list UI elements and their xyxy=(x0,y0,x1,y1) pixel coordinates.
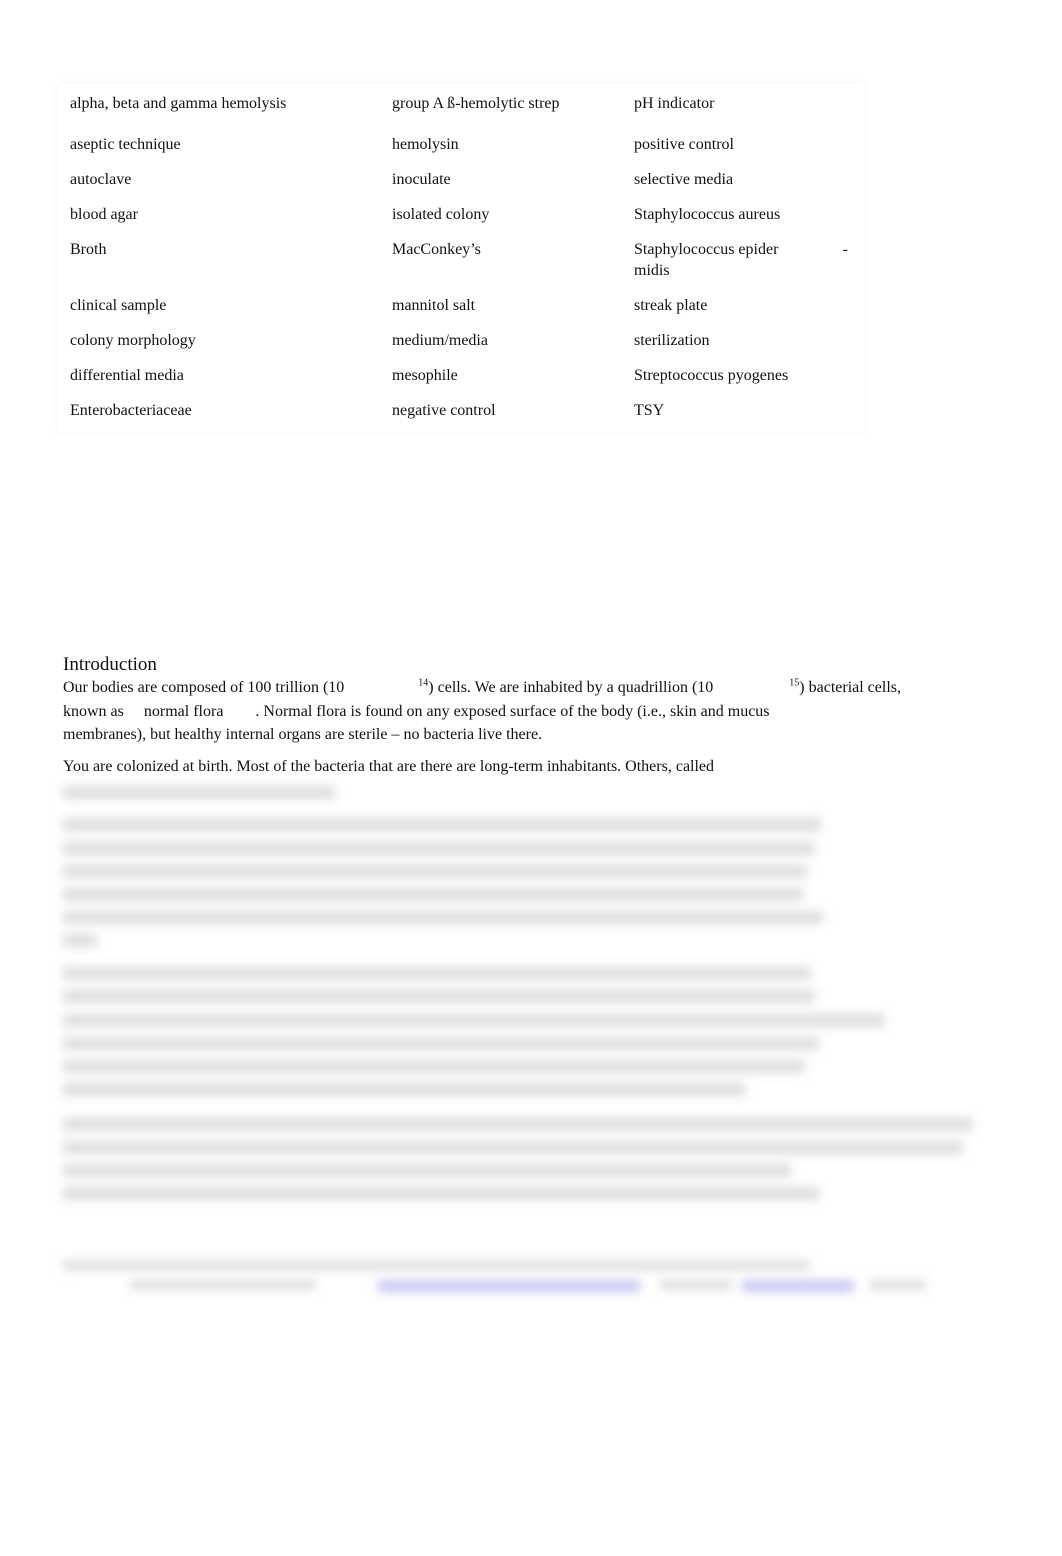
table-row: Enterobacteriaceae negative control TSY xyxy=(58,393,864,433)
table-cell: hemolysin xyxy=(392,136,459,153)
table-cell: negative control xyxy=(392,402,496,419)
table-cell: streak plate xyxy=(634,297,708,314)
table-cell: - Staphylococcus epider midis xyxy=(624,232,864,288)
table-cell: autoclave xyxy=(70,171,132,188)
table-cell: Streptococcus pyogenes xyxy=(634,367,789,384)
table-cell: blood agar xyxy=(70,206,138,223)
table-cell: Enterobacteriaceae xyxy=(70,402,192,419)
table-cell: mesophile xyxy=(392,367,458,384)
table-cell: isolated colony xyxy=(392,206,490,223)
table-cell: sterilization xyxy=(634,332,710,349)
table-cell: medium/media xyxy=(392,332,488,349)
table-cell: aseptic technique xyxy=(70,136,181,153)
superscript: 15 xyxy=(789,677,800,689)
hyphen: - xyxy=(842,241,848,258)
table-cell: pH indicator xyxy=(634,95,715,112)
table-row: autoclave inoculate selective media xyxy=(58,162,864,197)
superscript: 14 xyxy=(418,677,429,689)
table-cell: alpha, beta and gamma hemolysis xyxy=(70,95,287,112)
table-cell: Broth xyxy=(70,241,107,258)
table-cell: colony morphology xyxy=(70,332,196,349)
table-row: Broth MacConkey’s - Staphylococcus epide… xyxy=(58,232,864,288)
section-heading: Introduction xyxy=(63,654,157,675)
table-cell: MacConkey’s xyxy=(392,241,481,258)
vocabulary-table: alpha, beta and gamma hemolysis group A … xyxy=(58,84,864,433)
table-cell: positive control xyxy=(634,136,734,153)
table-cell: differential media xyxy=(70,367,184,384)
table-row: blood agar isolated colony Staphylococcu… xyxy=(58,197,864,232)
table-cell: selective media xyxy=(634,171,734,188)
table-row: colony morphology medium/media steriliza… xyxy=(58,323,864,358)
cell-text-continuation: midis xyxy=(634,262,670,279)
table-cell: mannitol salt xyxy=(392,297,476,314)
table-row: aseptic technique hemolysin positive con… xyxy=(58,127,864,162)
paragraph: You are colonized at birth. Most of the … xyxy=(63,757,715,775)
table-cell: Staphylococcus aureus xyxy=(634,206,781,223)
table-cell: group A ß-hemolytic strep xyxy=(392,95,560,112)
table-row: clinical sample mannitol salt streak pla… xyxy=(58,288,864,323)
table-cell: clinical sample xyxy=(70,297,167,314)
introduction-section: Introduction Our bodies are composed of … xyxy=(63,654,983,786)
table-cell: inoculate xyxy=(392,171,451,188)
table-row: differential media mesophile Streptococc… xyxy=(58,358,864,393)
cell-text: Staphylococcus epider xyxy=(634,241,779,258)
table-cell: TSY xyxy=(634,402,665,419)
paragraph: Our bodies are composed of 100 trillion … xyxy=(63,677,901,743)
key-term: normal flora xyxy=(143,702,224,720)
table-row: alpha, beta and gamma hemolysis group A … xyxy=(58,84,864,127)
